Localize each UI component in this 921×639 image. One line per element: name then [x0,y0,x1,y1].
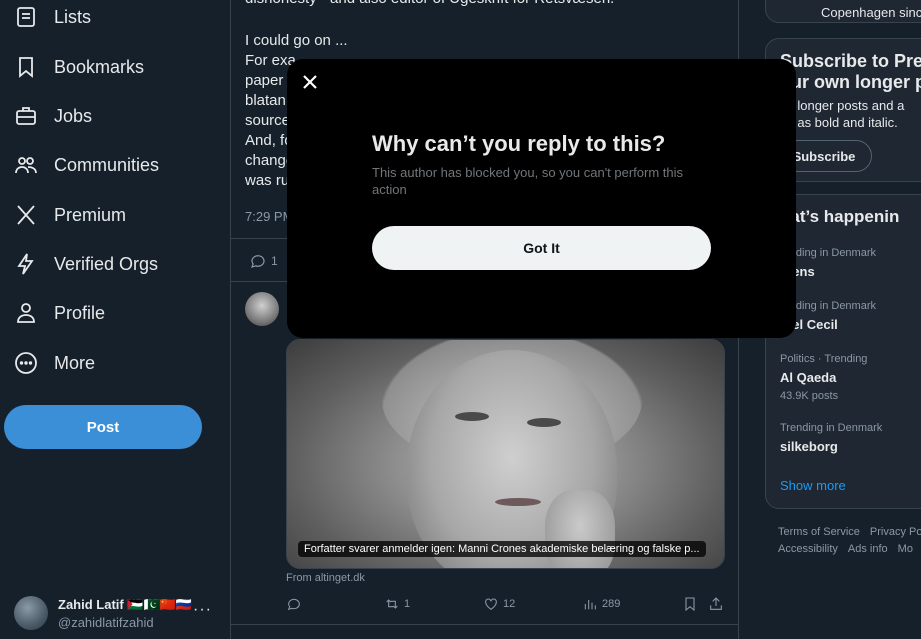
card-image-hand [545,490,615,568]
nav-label: Lists [54,6,92,27]
subscribe-title: Subscribe to Prem our own longer p [780,51,921,93]
reply-button[interactable]: 1 [249,252,278,270]
like-button[interactable]: 12 [483,596,515,612]
views-button[interactable]: 289 [582,596,620,612]
profile-info-box: Copenhagen sinc [765,0,921,23]
share-button[interactable] [708,596,728,612]
nav-item-premium[interactable]: Premium [14,195,126,235]
footer-link[interactable]: Accessibility [778,543,838,555]
list-icon [14,5,38,29]
blocked-reply-dialog: Why can’t you reply to this? This author… [287,59,796,338]
card-source[interactable]: From altinget.dk [286,572,365,584]
tweet-line: I could go on ... [245,32,348,49]
nav-label: Verified Orgs [54,253,159,274]
nav-item-jobs[interactable]: Jobs [14,96,92,136]
repost-icon [386,599,398,609]
communities-icon [14,153,38,177]
footer-link[interactable]: Privacy Po [870,526,921,538]
nav-label: More [54,352,96,373]
left-navigation: Lists Bookmarks Jobs Communities Premium… [0,0,231,639]
tweet-line: dishonesty - and also editor of Ugeskrif… [245,0,725,9]
lightning-icon [14,252,38,276]
views-count: 289 [602,598,621,610]
footer-link[interactable]: Terms of Service [778,526,860,538]
tweet-line [245,9,725,29]
subscribe-desc-line: ch as bold and italic. [780,115,898,130]
avatar [14,596,48,630]
heart-icon [485,598,497,610]
trend-item[interactable]: Politics · Trending Al Qaeda 43.9K posts [780,353,867,402]
nav-item-verified-orgs[interactable]: Verified Orgs [14,244,158,284]
repost-button[interactable]: 1 [384,596,410,612]
tweet-actions: 1 12 289 [286,596,726,614]
whats-happening-title: hat’s happenin [780,207,900,226]
got-it-button[interactable]: Got It [372,226,711,270]
divider [231,624,739,625]
footer-link[interactable]: Mo [898,543,913,555]
nav-item-bookmarks[interactable]: Bookmarks [14,47,144,87]
nav-item-lists[interactable]: Lists [14,0,91,37]
reply-count: 1 [271,254,278,268]
trend-name: silkeborg [780,439,838,454]
bookmark-icon [685,597,695,612]
avatar[interactable] [245,292,279,326]
nav-label: Communities [54,154,160,175]
dialog-title: Why can’t you reply to this? [372,131,666,156]
trend-name: Al Qaeda [780,370,837,385]
card-image-mouth [495,498,541,506]
trend-meta: Trending in Denmark [780,422,883,434]
close-button[interactable] [299,71,321,93]
nav-item-communities[interactable]: Communities [14,145,159,185]
subscribe-title-line: our own longer p [780,72,921,92]
card-caption: Forfatter svarer anmelder igen: Manni Cr… [298,541,706,557]
person-icon [14,301,38,325]
dialog-body: This author has blocked you, so you can'… [372,165,684,197]
trend-posts: 43.9K posts [780,390,839,402]
trend-item[interactable]: Trending in Denmark silkeborg [780,422,882,454]
account-switcher[interactable]: Zahid Latif 🇵🇸🇵🇰🇨🇳🇷🇺 @zahidlatifzahid ··… [14,595,224,631]
bookmark-button[interactable] [682,596,702,612]
footer-link[interactable]: Ads info [848,543,888,555]
bookmark-icon [14,55,38,79]
account-name: Zahid Latif 🇵🇸🇵🇰🇨🇳🇷🇺 [58,596,193,612]
reply-icon [251,255,265,268]
reply-button[interactable] [286,596,306,612]
nav-label: Jobs [54,105,93,126]
post-button[interactable]: Post [4,405,202,449]
x-logo-icon [14,203,38,227]
card-image-eye [527,418,561,427]
subscribe-title-line: Subscribe to Prem [780,51,921,71]
trend-meta: Politics · Trending [780,353,868,365]
reply-icon [287,598,300,611]
more-icon[interactable]: ··· [193,601,212,619]
nav-item-profile[interactable]: Profile [14,293,105,333]
nav-item-more[interactable]: More [14,343,95,383]
briefcase-icon [14,104,38,128]
account-handle: @zahidlatifzahid [58,614,154,630]
subscribe-desc-line: ite longer posts and a [780,98,905,113]
like-count: 12 [503,598,516,610]
footer-links: Terms of Service Privacy Po Accessibility… [778,524,921,558]
more-circle-icon [14,351,38,375]
nav-label: Premium [54,204,127,225]
close-icon [303,75,317,89]
analytics-icon [584,600,596,610]
repost-count: 1 [404,598,411,610]
subscribe-description: ite longer posts and a ch as bold and it… [780,97,904,131]
show-more-link[interactable]: Show more [780,478,846,493]
location-text: Copenhagen sinc [821,5,921,20]
card-image-eye [455,412,489,421]
share-icon [710,597,722,610]
nav-label: Profile [54,302,106,323]
link-card[interactable]: Forfatter svarer anmelder igen: Manni Cr… [286,339,725,569]
nav-label: Bookmarks [54,56,145,77]
